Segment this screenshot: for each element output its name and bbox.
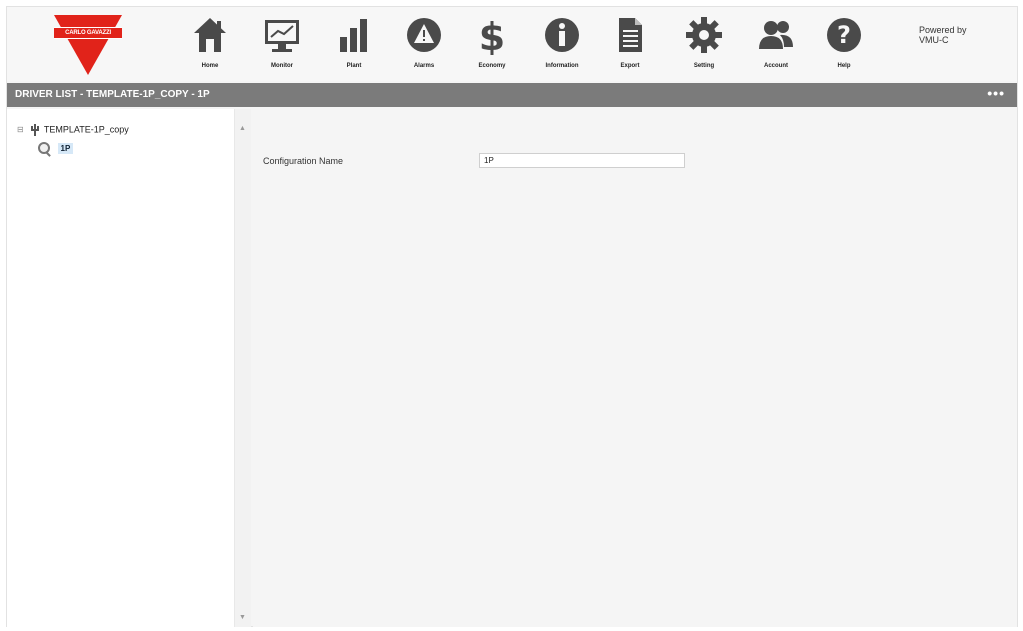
- svg-text:$: $: [479, 15, 505, 55]
- svg-text:?: ?: [837, 21, 851, 49]
- scroll-down-arrow-icon[interactable]: ▼: [239, 614, 246, 621]
- nav-label: Monitor: [271, 63, 293, 69]
- logo-text: CARLO GAVAZZI: [65, 30, 111, 36]
- top-header: CARLO GAVAZZI Home Monitor Plant Alarms …: [7, 7, 1017, 81]
- tree-expander-icon[interactable]: ⊟: [17, 125, 25, 134]
- nav-export[interactable]: Export: [597, 11, 663, 77]
- nav-label: Help: [837, 63, 851, 69]
- nav-setting[interactable]: Setting: [671, 11, 737, 77]
- tree-root-label: TEMPLATE-1P_copy: [43, 124, 129, 135]
- breadcrumb-bar: DRIVER LIST - TEMPLATE-1P_COPY - 1P •••: [7, 83, 1017, 107]
- panel-splitter[interactable]: ▲ ▼: [235, 109, 251, 627]
- nav-label: Economy: [478, 63, 506, 69]
- configuration-name-input[interactable]: [479, 153, 685, 168]
- monitor-icon: [265, 20, 299, 52]
- document-icon: [619, 18, 642, 52]
- device-search-icon: [38, 142, 51, 157]
- app-frame: CARLO GAVAZZI Home Monitor Plant Alarms …: [6, 6, 1018, 627]
- powered-by-line2: VMU-C: [919, 35, 949, 45]
- nav-label: Plant: [346, 63, 362, 69]
- nav-label: Home: [201, 63, 219, 69]
- nav-plant[interactable]: Plant: [321, 11, 387, 77]
- nav-home[interactable]: Home: [177, 11, 243, 77]
- scroll-up-arrow-icon[interactable]: ▲: [239, 125, 246, 132]
- driver-tree-panel: ⊟ TEMPLATE-1P_copy 1P: [7, 109, 235, 627]
- more-options-button[interactable]: •••: [987, 85, 1005, 101]
- usb-plug-icon: [30, 124, 39, 136]
- logo-triangle-icon: [54, 15, 122, 75]
- tree-node-child[interactable]: 1P: [37, 141, 74, 157]
- powered-by-line1: Powered by: [919, 25, 967, 35]
- info-icon: [545, 18, 579, 52]
- alarm-icon: [407, 18, 441, 52]
- nav-label: Information: [545, 63, 579, 69]
- breadcrumb[interactable]: DRIVER LIST - TEMPLATE-1P_COPY - 1P: [15, 89, 210, 100]
- nav-alarms[interactable]: Alarms: [391, 11, 457, 77]
- dollar-icon: $: [479, 15, 505, 55]
- bar-chart-icon: [340, 19, 367, 52]
- nav-label: Export: [620, 63, 640, 69]
- gear-icon: [686, 17, 722, 53]
- nav-label: Setting: [693, 63, 715, 69]
- users-icon: [759, 21, 793, 49]
- nav-information[interactable]: Information: [529, 11, 595, 77]
- tree-node-root[interactable]: ⊟ TEMPLATE-1P_copy: [17, 123, 129, 137]
- nav-economy[interactable]: $ Economy: [459, 11, 525, 77]
- nav-label: Account: [764, 63, 788, 69]
- nav-label: Alarms: [413, 63, 435, 69]
- carlo-gavazzi-logo[interactable]: CARLO GAVAZZI: [52, 13, 124, 77]
- home-icon: [194, 18, 226, 52]
- help-icon: ?: [827, 18, 861, 52]
- tree-child-label: 1P: [57, 143, 74, 155]
- nav-account[interactable]: Account: [743, 11, 809, 77]
- config-content: Configuration Name: [253, 109, 1017, 627]
- nav-help[interactable]: ? Help: [811, 11, 877, 77]
- powered-by: Powered by VMU-C: [919, 25, 999, 45]
- configuration-name-label: Configuration Name: [263, 156, 344, 166]
- nav-monitor[interactable]: Monitor: [249, 11, 315, 77]
